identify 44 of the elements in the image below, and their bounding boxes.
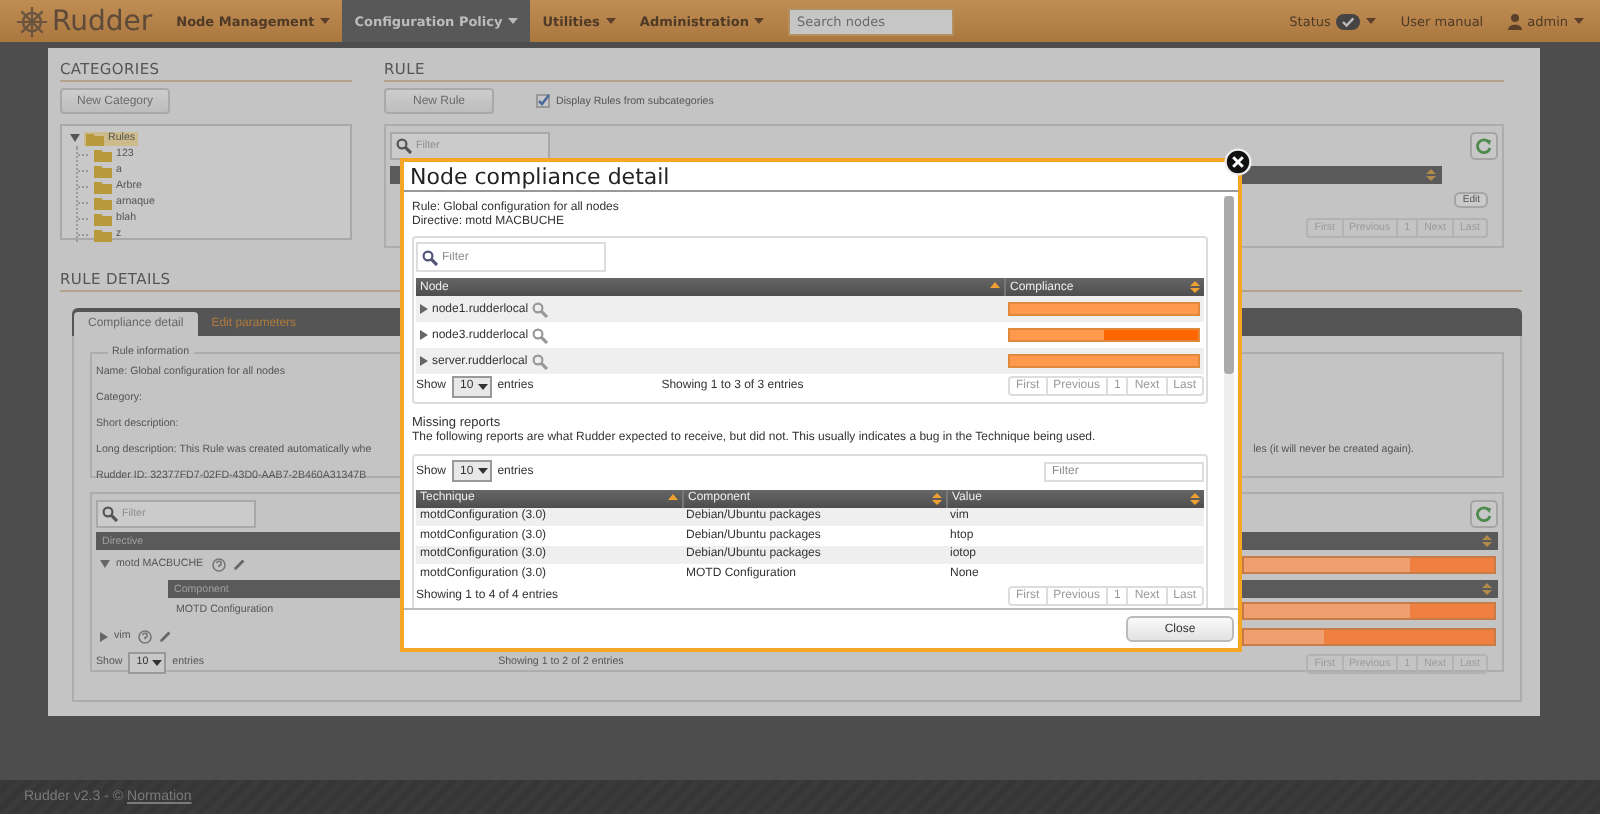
- caret-icon: [1574, 18, 1584, 24]
- caret-icon: [1366, 18, 1377, 24]
- caret-icon: [754, 18, 765, 24]
- sort-ascending-icon[interactable]: [668, 491, 678, 505]
- right-triangle-icon[interactable]: [420, 356, 428, 366]
- scrollbar-thumb[interactable]: [1224, 196, 1234, 374]
- caret-icon: [477, 468, 488, 474]
- dialog-title: Node compliance detail: [404, 162, 1238, 192]
- logo-text: Rudder: [52, 5, 153, 37]
- sort-ascending-icon[interactable]: [990, 280, 1000, 294]
- check-badge-icon: [1336, 13, 1361, 29]
- checked-checkbox[interactable]: [536, 94, 550, 108]
- search-icon: [396, 138, 412, 154]
- sort-icon[interactable]: [1190, 280, 1200, 294]
- scrollbar[interactable]: [1224, 196, 1234, 608]
- sort-icon[interactable]: [1190, 491, 1200, 505]
- search-icon: [102, 506, 118, 522]
- down-triangle-icon[interactable]: [70, 134, 80, 142]
- down-triangle-icon[interactable]: [100, 560, 110, 568]
- search-icon: [422, 249, 438, 265]
- sort-icon[interactable]: [1482, 582, 1492, 596]
- caret-icon: [605, 18, 616, 24]
- caret-icon: [152, 659, 163, 665]
- ship-wheel-logo-icon: [16, 5, 48, 37]
- right-triangle-icon[interactable]: [420, 304, 428, 314]
- search-icon: [531, 353, 548, 369]
- refresh-icon[interactable]: [1470, 132, 1498, 160]
- sort-icon[interactable]: [932, 491, 942, 505]
- user-icon: [1507, 13, 1522, 29]
- pencil-icon[interactable]: [158, 629, 173, 643]
- caret-icon: [320, 18, 331, 24]
- right-triangle-icon[interactable]: [100, 631, 108, 641]
- caret-icon: [477, 383, 488, 389]
- search-icon: [532, 301, 549, 317]
- sort-icon[interactable]: [1482, 534, 1492, 548]
- pencil-icon[interactable]: [231, 557, 246, 571]
- close-icon[interactable]: [1224, 148, 1252, 176]
- refresh-icon[interactable]: [1470, 500, 1498, 528]
- help-icon[interactable]: [138, 629, 153, 643]
- caret-icon: [508, 18, 519, 24]
- help-icon[interactable]: [211, 557, 226, 571]
- right-triangle-icon[interactable]: [420, 330, 428, 340]
- search-icon: [532, 327, 549, 343]
- sort-icon[interactable]: [1426, 168, 1436, 182]
